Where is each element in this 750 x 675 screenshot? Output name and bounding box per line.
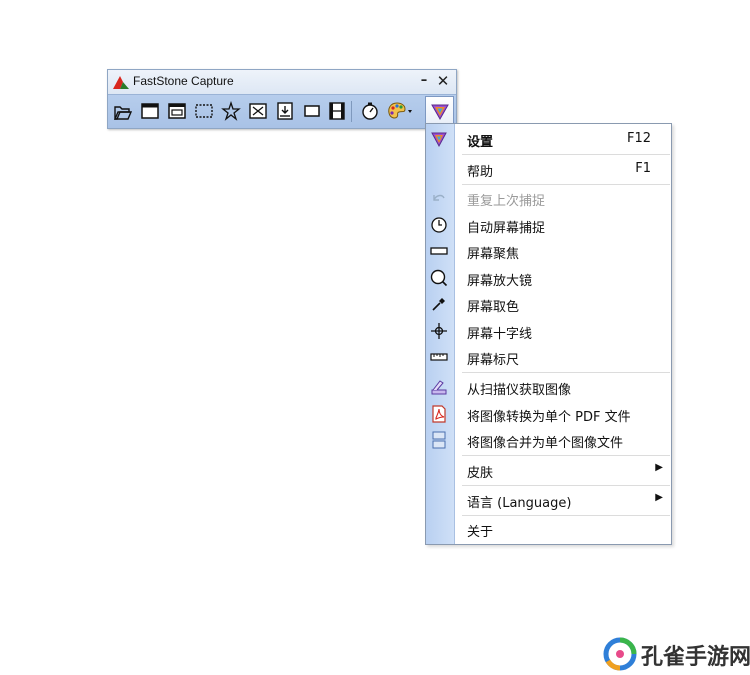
menu-item-screen-focus[interactable]: 屏幕聚焦 xyxy=(426,239,671,263)
settings-dropdown-menu: 设置 F12 帮助 F1 重复上次捕捉 自动屏幕捕捉 屏幕聚焦 屏幕放大镜 屏幕… xyxy=(425,123,672,545)
faststone-capture-window: FastStone Capture – ✕ xyxy=(107,69,457,129)
menu-separator xyxy=(462,515,670,516)
menu-separator xyxy=(462,455,670,456)
open-file-button[interactable] xyxy=(113,101,133,121)
menu-item-label: 屏幕取色 xyxy=(467,300,520,315)
submenu-arrow-icon: ▶ xyxy=(655,492,663,503)
watermark-text: 孔雀手游网 xyxy=(641,644,750,670)
menu-item-screen-magnifier[interactable]: 屏幕放大镜 xyxy=(426,266,671,290)
capture-scrolling-button[interactable] xyxy=(275,101,295,121)
settings-icon xyxy=(430,130,448,148)
submenu-arrow-icon: ▶ xyxy=(655,462,663,473)
menu-item-label: 设置 xyxy=(467,135,494,150)
capture-freehand-button[interactable] xyxy=(221,101,241,121)
capture-fixed-region-button[interactable] xyxy=(302,101,322,121)
folder-open-icon xyxy=(113,106,133,120)
capture-active-window-button[interactable] xyxy=(140,101,160,121)
capture-full-screen-button[interactable] xyxy=(248,101,268,121)
menu-item-label: 从扫描仪获取图像 xyxy=(467,383,572,398)
magnifier-icon xyxy=(430,269,448,287)
combine-images-icon xyxy=(430,431,448,449)
menu-item-about[interactable]: 关于 xyxy=(426,517,671,541)
full-screen-icon xyxy=(249,103,267,119)
scanner-icon xyxy=(430,378,448,396)
repeat-icon xyxy=(430,189,448,207)
menu-item-label: 屏幕放大镜 xyxy=(467,274,533,289)
menu-item-auto-capture[interactable]: 自动屏幕捕捉 xyxy=(426,213,671,237)
scrolling-window-icon xyxy=(277,102,293,120)
menu-separator xyxy=(462,372,670,373)
stopwatch-icon xyxy=(362,102,378,120)
screen-recorder-button[interactable] xyxy=(327,101,347,121)
menu-item-combine-images[interactable]: 将图像合并为单个图像文件 xyxy=(426,428,671,452)
minimize-button[interactable]: – xyxy=(417,71,431,91)
menu-item-label: 屏幕标尺 xyxy=(467,353,520,368)
menu-item-scanner[interactable]: 从扫描仪获取图像 xyxy=(426,375,671,399)
rectangle-icon xyxy=(430,242,448,260)
menu-item-shortcut: F1 xyxy=(635,161,651,176)
window-object-icon xyxy=(168,103,186,119)
peacock-logo-icon xyxy=(603,637,637,671)
palette-icon xyxy=(388,102,412,119)
menu-item-crosshair[interactable]: 屏幕十字线 xyxy=(426,319,671,343)
menu-item-label: 皮肤 xyxy=(467,466,494,481)
clock-icon xyxy=(430,216,448,234)
menu-separator xyxy=(462,485,670,486)
menu-item-skin[interactable]: 皮肤 ▶ xyxy=(426,458,671,482)
menu-item-convert-pdf[interactable]: 将图像转换为单个 PDF 文件 xyxy=(426,402,671,426)
pdf-icon xyxy=(430,405,448,423)
menu-item-label: 屏幕十字线 xyxy=(467,327,533,342)
menu-separator xyxy=(462,154,670,155)
menu-item-label: 屏幕聚焦 xyxy=(467,247,520,262)
delay-capture-button[interactable] xyxy=(360,101,380,121)
window-title: FastStone Capture xyxy=(133,74,234,88)
crosshair-icon xyxy=(430,322,448,340)
toolbar-separator xyxy=(351,101,352,122)
fixed-region-icon xyxy=(304,105,320,117)
title-bar[interactable]: FastStone Capture – ✕ xyxy=(108,70,456,94)
close-button[interactable]: ✕ xyxy=(435,71,451,91)
faststone-logo-icon xyxy=(112,74,130,90)
menu-item-label: 将图像转换为单个 PDF 文件 xyxy=(467,410,631,425)
menu-item-help[interactable]: 帮助 F1 xyxy=(426,157,671,181)
menu-item-label: 帮助 xyxy=(467,165,494,180)
menu-item-shortcut: F12 xyxy=(626,131,651,146)
output-color-button[interactable] xyxy=(387,101,413,121)
dotted-rectangle-icon xyxy=(195,104,213,118)
window-icon xyxy=(141,103,159,119)
capture-rectangle-button[interactable] xyxy=(194,101,214,121)
ruler-icon xyxy=(430,348,448,366)
menu-item-ruler[interactable]: 屏幕标尺 xyxy=(426,345,671,369)
film-icon xyxy=(329,102,345,120)
menu-separator xyxy=(462,184,670,185)
freehand-star-icon xyxy=(221,101,241,121)
menu-item-label: 语言 (Language) xyxy=(467,496,572,511)
menu-item-label: 自动屏幕捕捉 xyxy=(467,221,546,236)
settings-menu-button[interactable] xyxy=(425,96,454,126)
menu-item-label: 关于 xyxy=(467,525,494,540)
eyedropper-icon xyxy=(430,295,448,313)
faststone-menu-icon xyxy=(431,104,449,121)
menu-item-label: 重复上次捕捉 xyxy=(467,194,546,209)
menu-item-repeat-last-capture: 重复上次捕捉 xyxy=(426,186,671,210)
menu-item-color-picker[interactable]: 屏幕取色 xyxy=(426,292,671,316)
menu-item-label: 将图像合并为单个图像文件 xyxy=(467,436,624,451)
capture-window-object-button[interactable] xyxy=(167,101,187,121)
menu-item-settings[interactable]: 设置 F12 xyxy=(426,127,671,151)
menu-item-language[interactable]: 语言 (Language) ▶ xyxy=(426,488,671,512)
capture-toolbar xyxy=(108,94,456,128)
